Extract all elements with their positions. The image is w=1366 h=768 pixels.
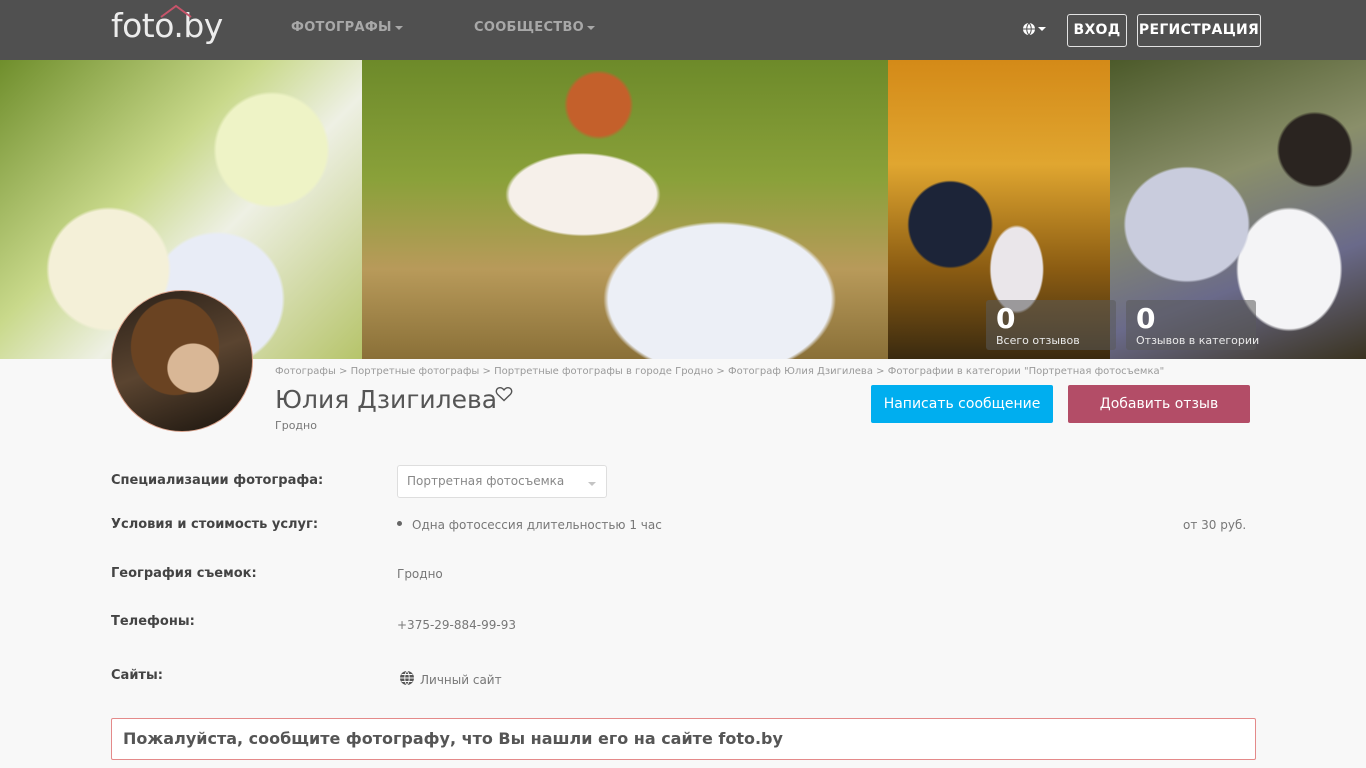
globe-icon bbox=[400, 670, 414, 686]
total-reviews-stat: 0 Всего отзывов bbox=[986, 300, 1116, 350]
logo-roof-icon bbox=[160, 4, 192, 18]
login-button[interactable]: ВХОД bbox=[1067, 14, 1127, 47]
list-bullet bbox=[397, 521, 402, 526]
total-reviews-count: 0 bbox=[996, 302, 1016, 335]
language-globe-icon[interactable] bbox=[1022, 21, 1048, 39]
specialization-select[interactable]: Портретная фотосъемка bbox=[397, 465, 607, 498]
register-button[interactable]: РЕГИСТРАЦИЯ bbox=[1137, 14, 1261, 47]
notice-message: Пожалуйста, сообщите фотографу, что Вы н… bbox=[111, 718, 1256, 760]
breadcrumb: Фотографы > Портретные фотографы > Портр… bbox=[275, 366, 1164, 377]
breadcrumb-photographer[interactable]: Фотограф Юлия Дзигилева bbox=[728, 366, 873, 377]
photographer-name: Юлия Дзигилева bbox=[275, 385, 498, 414]
chevron-down-icon bbox=[587, 25, 596, 30]
nav-photographers-label: ФОТОГРАФЫ bbox=[291, 20, 392, 35]
specialization-label: Специализации фотографа: bbox=[111, 473, 324, 488]
category-reviews-count: 0 bbox=[1136, 302, 1156, 335]
breadcrumb-separator: > bbox=[716, 366, 725, 377]
photographer-city: Гродно bbox=[275, 419, 317, 432]
category-reviews-label: Отзывов в категории bbox=[1136, 334, 1260, 347]
phone-number[interactable]: +375-29-884-99-93 bbox=[397, 618, 516, 632]
chevron-down-icon bbox=[394, 25, 403, 30]
add-review-button[interactable]: Добавить отзыв bbox=[1068, 385, 1250, 423]
photographer-avatar[interactable] bbox=[111, 290, 253, 432]
breadcrumb-portrait-grodno[interactable]: Портретные фотографы в городе Гродно bbox=[494, 366, 713, 377]
total-reviews-label: Всего отзывов bbox=[996, 334, 1080, 347]
sites-label: Сайты: bbox=[111, 668, 163, 683]
service-price: от 30 руб. bbox=[1183, 518, 1247, 532]
heart-icon[interactable] bbox=[495, 386, 513, 402]
breadcrumb-photographers[interactable]: Фотографы bbox=[275, 366, 336, 377]
specialization-selected-value: Портретная фотосъемка bbox=[407, 474, 565, 488]
nav-community-label: СООБЩЕСТВО bbox=[474, 20, 585, 35]
breadcrumb-portrait-photographers[interactable]: Портретные фотографы bbox=[351, 366, 480, 377]
geography-label: География съемок: bbox=[111, 566, 257, 581]
nav-photographers[interactable]: ФОТОГРАФЫ bbox=[291, 20, 403, 35]
geography-value: Гродно bbox=[397, 567, 443, 581]
nav-community[interactable]: СООБЩЕСТВО bbox=[474, 20, 596, 35]
top-navigation-bar: foto.by ФОТОГРАФЫ СООБЩЕСТВО ВХОД РЕГИСТ… bbox=[0, 0, 1366, 60]
breadcrumb-separator: > bbox=[876, 366, 885, 377]
write-message-button[interactable]: Написать сообщение bbox=[871, 385, 1053, 423]
personal-site-link[interactable]: Личный сайт bbox=[420, 673, 502, 687]
breadcrumb-separator: > bbox=[482, 366, 491, 377]
chevron-down-icon bbox=[588, 482, 596, 486]
services-label: Условия и стоимость услуг: bbox=[111, 517, 319, 532]
service-item: Одна фотосессия длительностью 1 час bbox=[412, 518, 662, 532]
breadcrumb-separator: > bbox=[339, 366, 348, 377]
phones-label: Телефоны: bbox=[111, 614, 195, 629]
category-reviews-stat: 0 Отзывов в категории bbox=[1126, 300, 1260, 350]
breadcrumb-category: Фотографии в категории "Портретная фотос… bbox=[887, 366, 1165, 377]
banner-photo-couple-grass[interactable] bbox=[362, 60, 888, 359]
